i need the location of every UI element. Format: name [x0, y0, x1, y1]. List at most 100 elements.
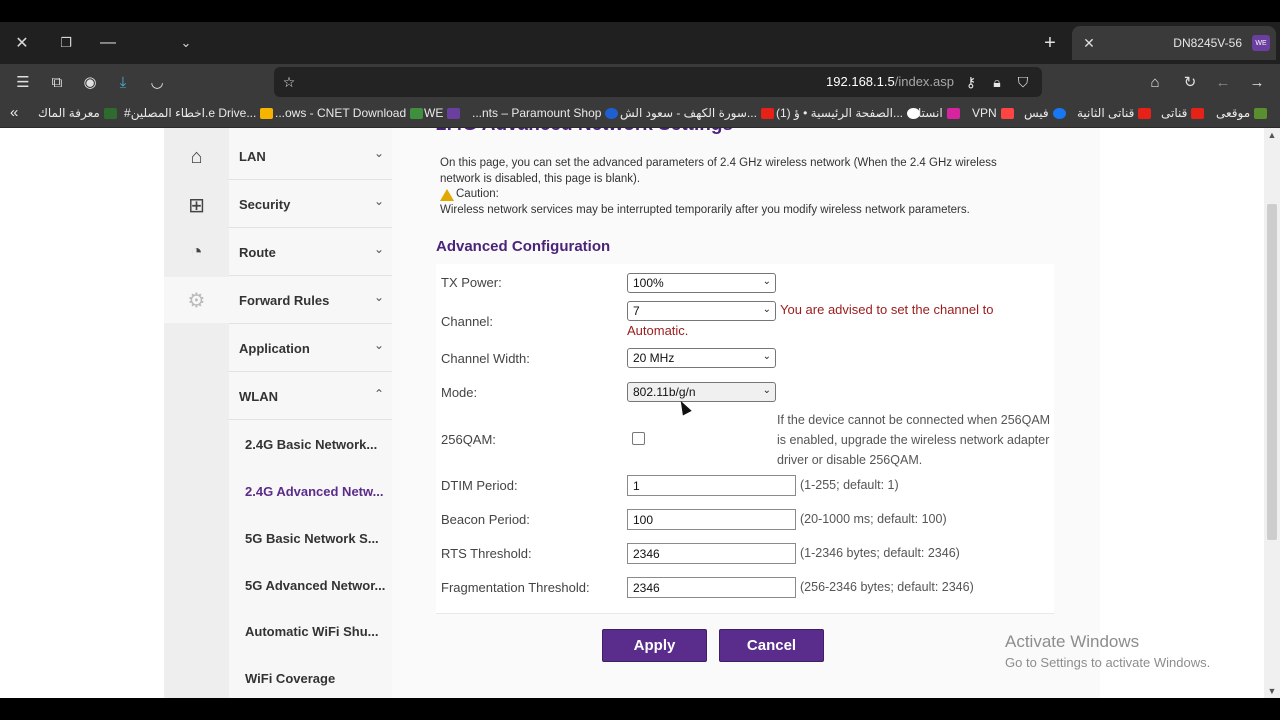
menu-item-application[interactable]: Application ⌄ — [229, 324, 392, 372]
page-scrollbar[interactable]: ▲ ▼ — [1264, 128, 1280, 698]
submenu-24g-basic[interactable]: 2.4G Basic Network... — [229, 420, 392, 467]
cancel-button[interactable]: Cancel — [719, 629, 824, 662]
settings-menu: LAN ⌄ Security ⌄ Route ⌄ Forward Rules ⌄… — [229, 128, 392, 698]
mode-label: Mode: — [441, 385, 478, 400]
scroll-up-icon[interactable]: ▲ — [1264, 130, 1280, 140]
bookmark-item[interactable]: سورة الكهف - سعود الش... — [620, 106, 774, 120]
extensions-icon[interactable]: ⧉ — [42, 64, 72, 100]
caution-label: Caution: — [456, 188, 499, 200]
beacon-input[interactable]: 100 — [627, 509, 796, 530]
bookmark-item[interactable]: انستا — [918, 106, 960, 120]
page-viewport: ⌂ ⊞ ◔ ⚙ LAN ⌄ Security ⌄ Route ⌄ Forward… — [0, 128, 1264, 698]
channel-label: Channel: — [441, 314, 494, 329]
channel-warning: You are advised to set the channel to — [780, 302, 994, 317]
menu-item-forward-rules[interactable]: Forward Rules ⌄ — [229, 276, 392, 324]
chevron-down-icon: ⌄ — [762, 276, 771, 287]
home-icon[interactable]: ⌂ — [164, 134, 229, 180]
new-tab-icon[interactable]: + — [1036, 22, 1064, 64]
chevron-down-icon: ⌄ — [762, 385, 771, 396]
back-icon[interactable]: ← — [1208, 64, 1238, 100]
section-title: Advanced Configuration — [436, 238, 611, 255]
dtim-input[interactable]: 1 — [627, 475, 796, 496]
page-title: 2.4G Advanced Network Settings — [436, 128, 733, 136]
gear-icon[interactable]: ⚙ — [164, 277, 237, 323]
close-window-icon[interactable]: ✕ — [0, 22, 44, 64]
pocket-icon[interactable]: ◡ — [142, 64, 172, 100]
address-bar[interactable]: ☆ 192.168.1.5/index.asp ⚷ 🔒︎ ⛉ — [274, 67, 1042, 97]
chevron-down-icon: ⌄ — [373, 242, 384, 256]
page-description: On this page, you can set the advanced p… — [440, 156, 1040, 218]
tab-title: DN8245V-56 — [1173, 36, 1242, 50]
bookmark-star-icon[interactable]: ☆ — [276, 67, 302, 97]
bookmark-item[interactable]: قناتى — [1161, 106, 1205, 120]
channel-select[interactable]: 7 ⌄ — [627, 301, 776, 321]
channel-width-label: Channel Width: — [441, 351, 530, 366]
submenu-5g-basic[interactable]: 5G Basic Network S... — [229, 514, 392, 561]
tx-power-select[interactable]: 100% ⌄ — [627, 273, 776, 293]
key-icon[interactable]: ⚷ — [958, 67, 984, 97]
rts-label: RTS Threshold: — [441, 546, 532, 561]
diagnose-icon[interactable]: ◔ — [164, 229, 229, 275]
tab-list-chevron-icon[interactable]: ⌄ — [164, 22, 208, 64]
submenu-auto-wifi-shutdown[interactable]: Automatic WiFi Shu... — [229, 607, 392, 654]
menu-item-route[interactable]: Route ⌄ — [229, 228, 392, 276]
frag-input[interactable]: 2346 — [627, 577, 796, 598]
bookmark-item[interactable]: قناتى الثانية — [1077, 106, 1152, 120]
frag-hint: (256-2346 bytes; default: 2346) — [800, 580, 974, 594]
scrollbar-thumb[interactable] — [1267, 204, 1277, 540]
content-area: 2.4G Advanced Network Settings On this p… — [392, 128, 1100, 698]
browser-toolbar: ☰ ⧉ ◉ ⤓ ◡ ☆ 192.168.1.5/index.asp ⚷ 🔒︎ ⛉… — [0, 64, 1280, 100]
menu-item-security[interactable]: Security ⌄ — [229, 180, 392, 228]
chevron-down-icon: ⌄ — [373, 194, 384, 208]
bookmark-item[interactable]: ...ows - CNET Download — [275, 106, 424, 120]
submenu-wifi-coverage[interactable]: WiFi Coverage — [229, 654, 392, 698]
home-icon[interactable]: ⌂ — [1140, 64, 1170, 100]
account-icon[interactable]: ◉ — [75, 64, 105, 100]
tab-favicon: WE — [1252, 35, 1270, 51]
bookmark-item[interactable]: (1) الصفحة الرئيسية • ؤ... — [776, 106, 920, 120]
beacon-label: Beacon Period: — [441, 512, 530, 527]
chevron-up-icon: ⌃ — [373, 387, 384, 401]
warning-icon — [440, 188, 454, 201]
bookmarks-overflow-icon[interactable]: « — [10, 104, 18, 121]
lock-icon[interactable]: 🔒︎ — [984, 67, 1010, 97]
bookmark-item[interactable]: VPN — [972, 106, 1014, 120]
bookmark-item[interactable]: #اخطاء المصلين.e Drive... — [124, 106, 274, 120]
chevron-down-icon: ⌄ — [373, 338, 384, 352]
submenu-5g-advanced[interactable]: 5G Advanced Networ... — [229, 561, 392, 608]
restore-window-icon[interactable]: ❐ — [44, 22, 88, 64]
bookmark-item[interactable]: ...nts – Paramount Shop — [472, 106, 619, 120]
shield-icon[interactable]: ⛉ — [1010, 67, 1036, 97]
download-icon[interactable]: ⤓ — [108, 64, 138, 100]
qam256-checkbox[interactable] — [632, 432, 645, 445]
bookmark-item[interactable]: فيس — [1024, 106, 1066, 120]
toolbox-icon[interactable]: ⊞ — [164, 182, 229, 228]
bookmarks-bar: « معرفة الماك #اخطاء المصلين.e Drive... … — [0, 100, 1280, 128]
dtim-hint: (1-255; default: 1) — [800, 478, 899, 492]
activation-watermark: Activate Windows Go to Settings to activ… — [1005, 632, 1211, 670]
reload-icon[interactable]: ↻ — [1175, 64, 1205, 100]
menu-item-lan[interactable]: LAN ⌄ — [229, 132, 392, 180]
channel-width-select[interactable]: 20 MHz ⌄ — [627, 348, 776, 368]
minimize-window-icon[interactable]: — — [86, 22, 130, 64]
scroll-down-icon[interactable]: ▼ — [1264, 686, 1280, 696]
menu-item-wlan[interactable]: WLAN ⌃ — [229, 372, 392, 420]
advanced-config-form: TX Power: 100% ⌄ Channel: 7 ⌄ You are ad… — [436, 264, 1054, 614]
forward-icon[interactable]: → — [1242, 64, 1272, 100]
tab-strip: ✕ ❐ — ⌄ + ✕ DN8245V-56 WE — [0, 22, 1280, 64]
bookmark-item[interactable]: موقعى — [1216, 106, 1268, 120]
mode-select[interactable]: 802.11b/g/n ⌄ — [627, 382, 776, 402]
category-rail: ⌂ ⊞ ◔ ⚙ — [164, 128, 237, 698]
rts-input[interactable]: 2346 — [627, 543, 796, 564]
active-tab[interactable]: ✕ DN8245V-56 WE — [1072, 26, 1276, 60]
qam256-note: If the device cannot be connected when 2… — [777, 413, 1051, 467]
bookmark-item[interactable]: معرفة الماك — [38, 106, 117, 120]
url-text: 192.168.1.5/index.asp — [826, 74, 954, 89]
menu-icon[interactable]: ☰ — [8, 64, 38, 100]
rts-hint: (1-2346 bytes; default: 2346) — [800, 546, 960, 560]
apply-button[interactable]: Apply — [602, 629, 707, 662]
tab-close-icon[interactable]: ✕ — [1080, 35, 1098, 52]
submenu-24g-advanced[interactable]: 2.4G Advanced Netw... — [229, 467, 392, 514]
taskbar-edge — [0, 698, 1280, 720]
bookmark-item[interactable]: WE — [424, 106, 461, 120]
